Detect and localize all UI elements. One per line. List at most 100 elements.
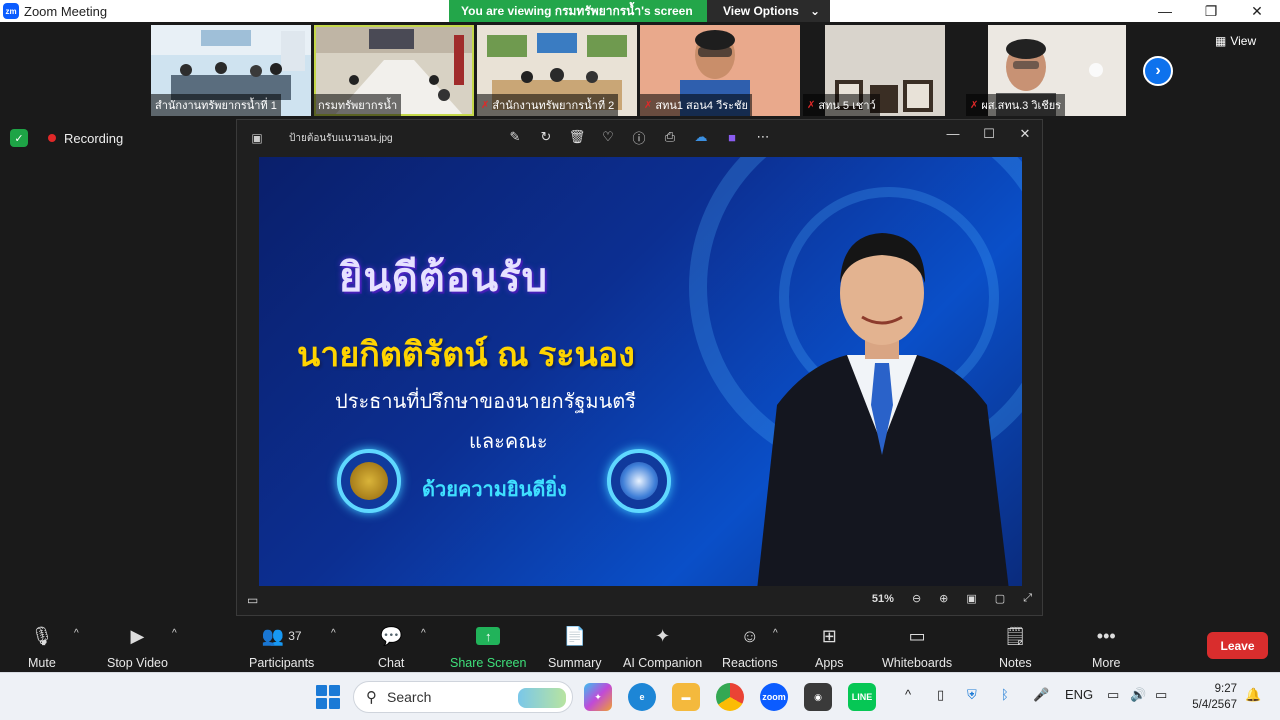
participants-button[interactable]: 👥 37 Participants <box>249 624 314 671</box>
ai-companion-button[interactable]: ✦ AI Companion <box>623 624 702 671</box>
pleasure-text: ด้วยความยินดียิ่ง <box>422 479 567 501</box>
chat-options-caret[interactable]: ^ <box>421 628 426 639</box>
search-highlight-image <box>518 688 566 708</box>
video-options-caret[interactable]: ^ <box>172 628 177 639</box>
chat-button[interactable]: 💬 Chat <box>378 624 405 671</box>
bluetooth-icon[interactable]: ᛒ <box>1001 687 1009 702</box>
volume-icon[interactable]: 🔊 <box>1130 687 1146 703</box>
participant-tile-active[interactable]: กรมทรัพยากรน้ำ <box>314 25 474 116</box>
maximize-icon[interactable]: ☐ <box>978 126 1000 142</box>
fullscreen-icon[interactable]: ⤢ <box>1023 592 1032 605</box>
zoom-in-icon[interactable]: ⊕ <box>939 592 948 605</box>
windows-start-icon[interactable] <box>316 685 340 709</box>
participant-tile[interactable]: สำนักงานทรัพยากรน้ำที่ 1 <box>151 25 311 116</box>
recording-indicator[interactable]: ✓ Recording <box>10 129 123 147</box>
image-file-icon: ▣ <box>251 131 263 145</box>
participant-tile[interactable]: ✗ สำนักงานทรัพยากรน้ำที่ 2 <box>477 25 637 116</box>
notification-bell-icon[interactable]: 🔔 <box>1245 687 1261 703</box>
more-button[interactable]: ••• More <box>1092 624 1120 671</box>
microphone-tray-icon[interactable]: 🎤 <box>1033 687 1049 703</box>
favorite-icon[interactable]: ♡ <box>600 129 616 145</box>
participants-options-caret[interactable]: ^ <box>331 628 336 639</box>
photo-viewer-toolbar: ▣ ป้ายต้อนรับแนวนอน.jpg ✎ ↻ 🗑 ♡ ⓘ ⎙ ☁ ■ … <box>237 120 1042 156</box>
close-button[interactable]: ✕ <box>1234 0 1280 22</box>
edit-icon[interactable]: ✎ <box>507 129 523 145</box>
view-options-button[interactable]: View Options ⌄ <box>707 0 830 22</box>
taskbar-clock[interactable]: 9:27 5/4/2567 <box>1185 681 1237 713</box>
whiteboards-label: Whiteboards <box>882 656 953 670</box>
microphone-icon: 🎙 <box>30 625 54 646</box>
guest-portrait <box>757 233 1009 586</box>
chevron-right-icon: › <box>1155 62 1161 79</box>
print-icon[interactable]: ⎙ <box>662 129 678 145</box>
chat-label: Chat <box>378 656 405 670</box>
line-app-icon[interactable]: LINE <box>848 683 876 711</box>
fit-to-window-icon[interactable]: ▣ <box>966 592 976 605</box>
apps-button[interactable]: ⊞ Apps <box>815 624 844 671</box>
summary-button[interactable]: 📄 Summary <box>548 624 602 671</box>
battery-icon[interactable]: ▭ <box>1155 687 1167 703</box>
cloud-icon[interactable]: ☁ <box>693 129 709 145</box>
rotate-icon[interactable]: ↻ <box>538 129 554 145</box>
info-icon[interactable]: ⓘ <box>631 129 647 146</box>
line-app-label: LINE <box>851 692 873 702</box>
grid-view-icon: ▦ <box>1215 34 1227 48</box>
participant-name: ✗ สำนักงานทรัพยากรน้ำที่ 2 <box>477 94 619 116</box>
guest-position: ประธานที่ปรึกษาของนายกรัฐมนตรี <box>335 391 636 413</box>
more-icon[interactable]: ⋯ <box>755 129 771 145</box>
mic-off-icon: ✗ <box>970 99 979 111</box>
notes-button[interactable]: 🗒 Notes <box>999 624 1032 671</box>
participant-name: ✗ สทน 5 เชาว์ <box>803 94 880 116</box>
more-dots-icon: ••• <box>1096 625 1116 646</box>
maximize-button[interactable]: ❐ <box>1188 0 1234 22</box>
view-button[interactable]: ▦ View <box>1215 34 1256 48</box>
mute-button[interactable]: 🎙 Mute <box>28 624 56 671</box>
participant-name: ✗ ผส.สทน.3 วิเชียร <box>966 94 1066 116</box>
share-screen-button[interactable]: ↑ Share Screen <box>450 624 526 670</box>
mic-off-icon: ✗ <box>644 99 653 111</box>
leave-button[interactable]: Leave <box>1207 632 1268 659</box>
taskbar-search[interactable]: ⚲ Search <box>353 681 573 713</box>
edge-browser-icon[interactable]: e <box>628 683 656 711</box>
usb-icon[interactable]: ▯ <box>937 687 944 703</box>
clipchamp-icon[interactable]: ■ <box>724 129 740 145</box>
reactions-options-caret[interactable]: ^ <box>773 628 778 639</box>
zoom-app-label: zoom <box>762 692 786 702</box>
minimize-icon[interactable]: — <box>942 126 964 142</box>
photo-window-controls: — ☐ ✕ <box>942 126 1036 142</box>
emblem-left-icon <box>337 449 401 513</box>
camera-app-icon[interactable]: ◉ <box>804 683 832 711</box>
defender-icon[interactable]: ⛨ <box>967 687 977 703</box>
window-title: Zoom Meeting <box>24 3 108 19</box>
participant-name: กรมทรัพยากรน้ำ <box>314 94 402 116</box>
delete-icon[interactable]: 🗑 <box>569 129 586 145</box>
photo-viewer-window: ▣ ป้ายต้อนรับแนวนอน.jpg ✎ ↻ 🗑 ♡ ⓘ ⎙ ☁ ■ … <box>236 119 1043 616</box>
whiteboard-icon: ▭ <box>908 625 926 646</box>
guest-party: และคณะ <box>469 431 548 453</box>
show-hidden-icons-icon[interactable]: ^ <box>905 687 911 702</box>
file-name: ป้ายต้อนรับแนวนอน.jpg <box>289 132 393 144</box>
chrome-icon[interactable] <box>716 683 744 711</box>
file-explorer-icon[interactable]: ▬ <box>672 683 700 711</box>
copilot-icon[interactable]: ✦ <box>584 683 612 711</box>
mic-off-icon: ✗ <box>807 99 816 111</box>
zoom-out-icon[interactable]: ⊖ <box>912 592 921 605</box>
smiley-icon: ☺ <box>740 625 759 646</box>
summary-label: Summary <box>548 656 602 670</box>
filmstrip-icon[interactable]: ▭ <box>247 593 258 607</box>
actual-size-icon[interactable]: ▢ <box>995 592 1005 605</box>
language-indicator[interactable]: ENG <box>1065 687 1093 702</box>
display-icon[interactable]: ▭ <box>1107 687 1119 703</box>
audio-options-caret[interactable]: ^ <box>74 628 79 639</box>
minimize-button[interactable]: — <box>1142 0 1188 22</box>
stop-video-button[interactable]: ▶ Stop Video <box>107 624 168 671</box>
reactions-button[interactable]: ☺ Reactions <box>722 624 778 671</box>
zoom-app-icon[interactable]: zoom <box>760 683 788 711</box>
chevron-down-icon: ⌄ <box>809 4 820 18</box>
participant-tile[interactable]: ✗ ผส.สทน.3 วิเชียร <box>966 25 1126 116</box>
close-icon[interactable]: ✕ <box>1014 126 1036 142</box>
next-page-button[interactable]: › <box>1143 56 1173 86</box>
whiteboards-button[interactable]: ▭ Whiteboards <box>882 624 953 671</box>
participant-tile[interactable]: ✗ สทน 5 เชาว์ <box>803 25 963 116</box>
participant-tile[interactable]: ✗ สทน1 สอน4 วีระชัย <box>640 25 800 116</box>
